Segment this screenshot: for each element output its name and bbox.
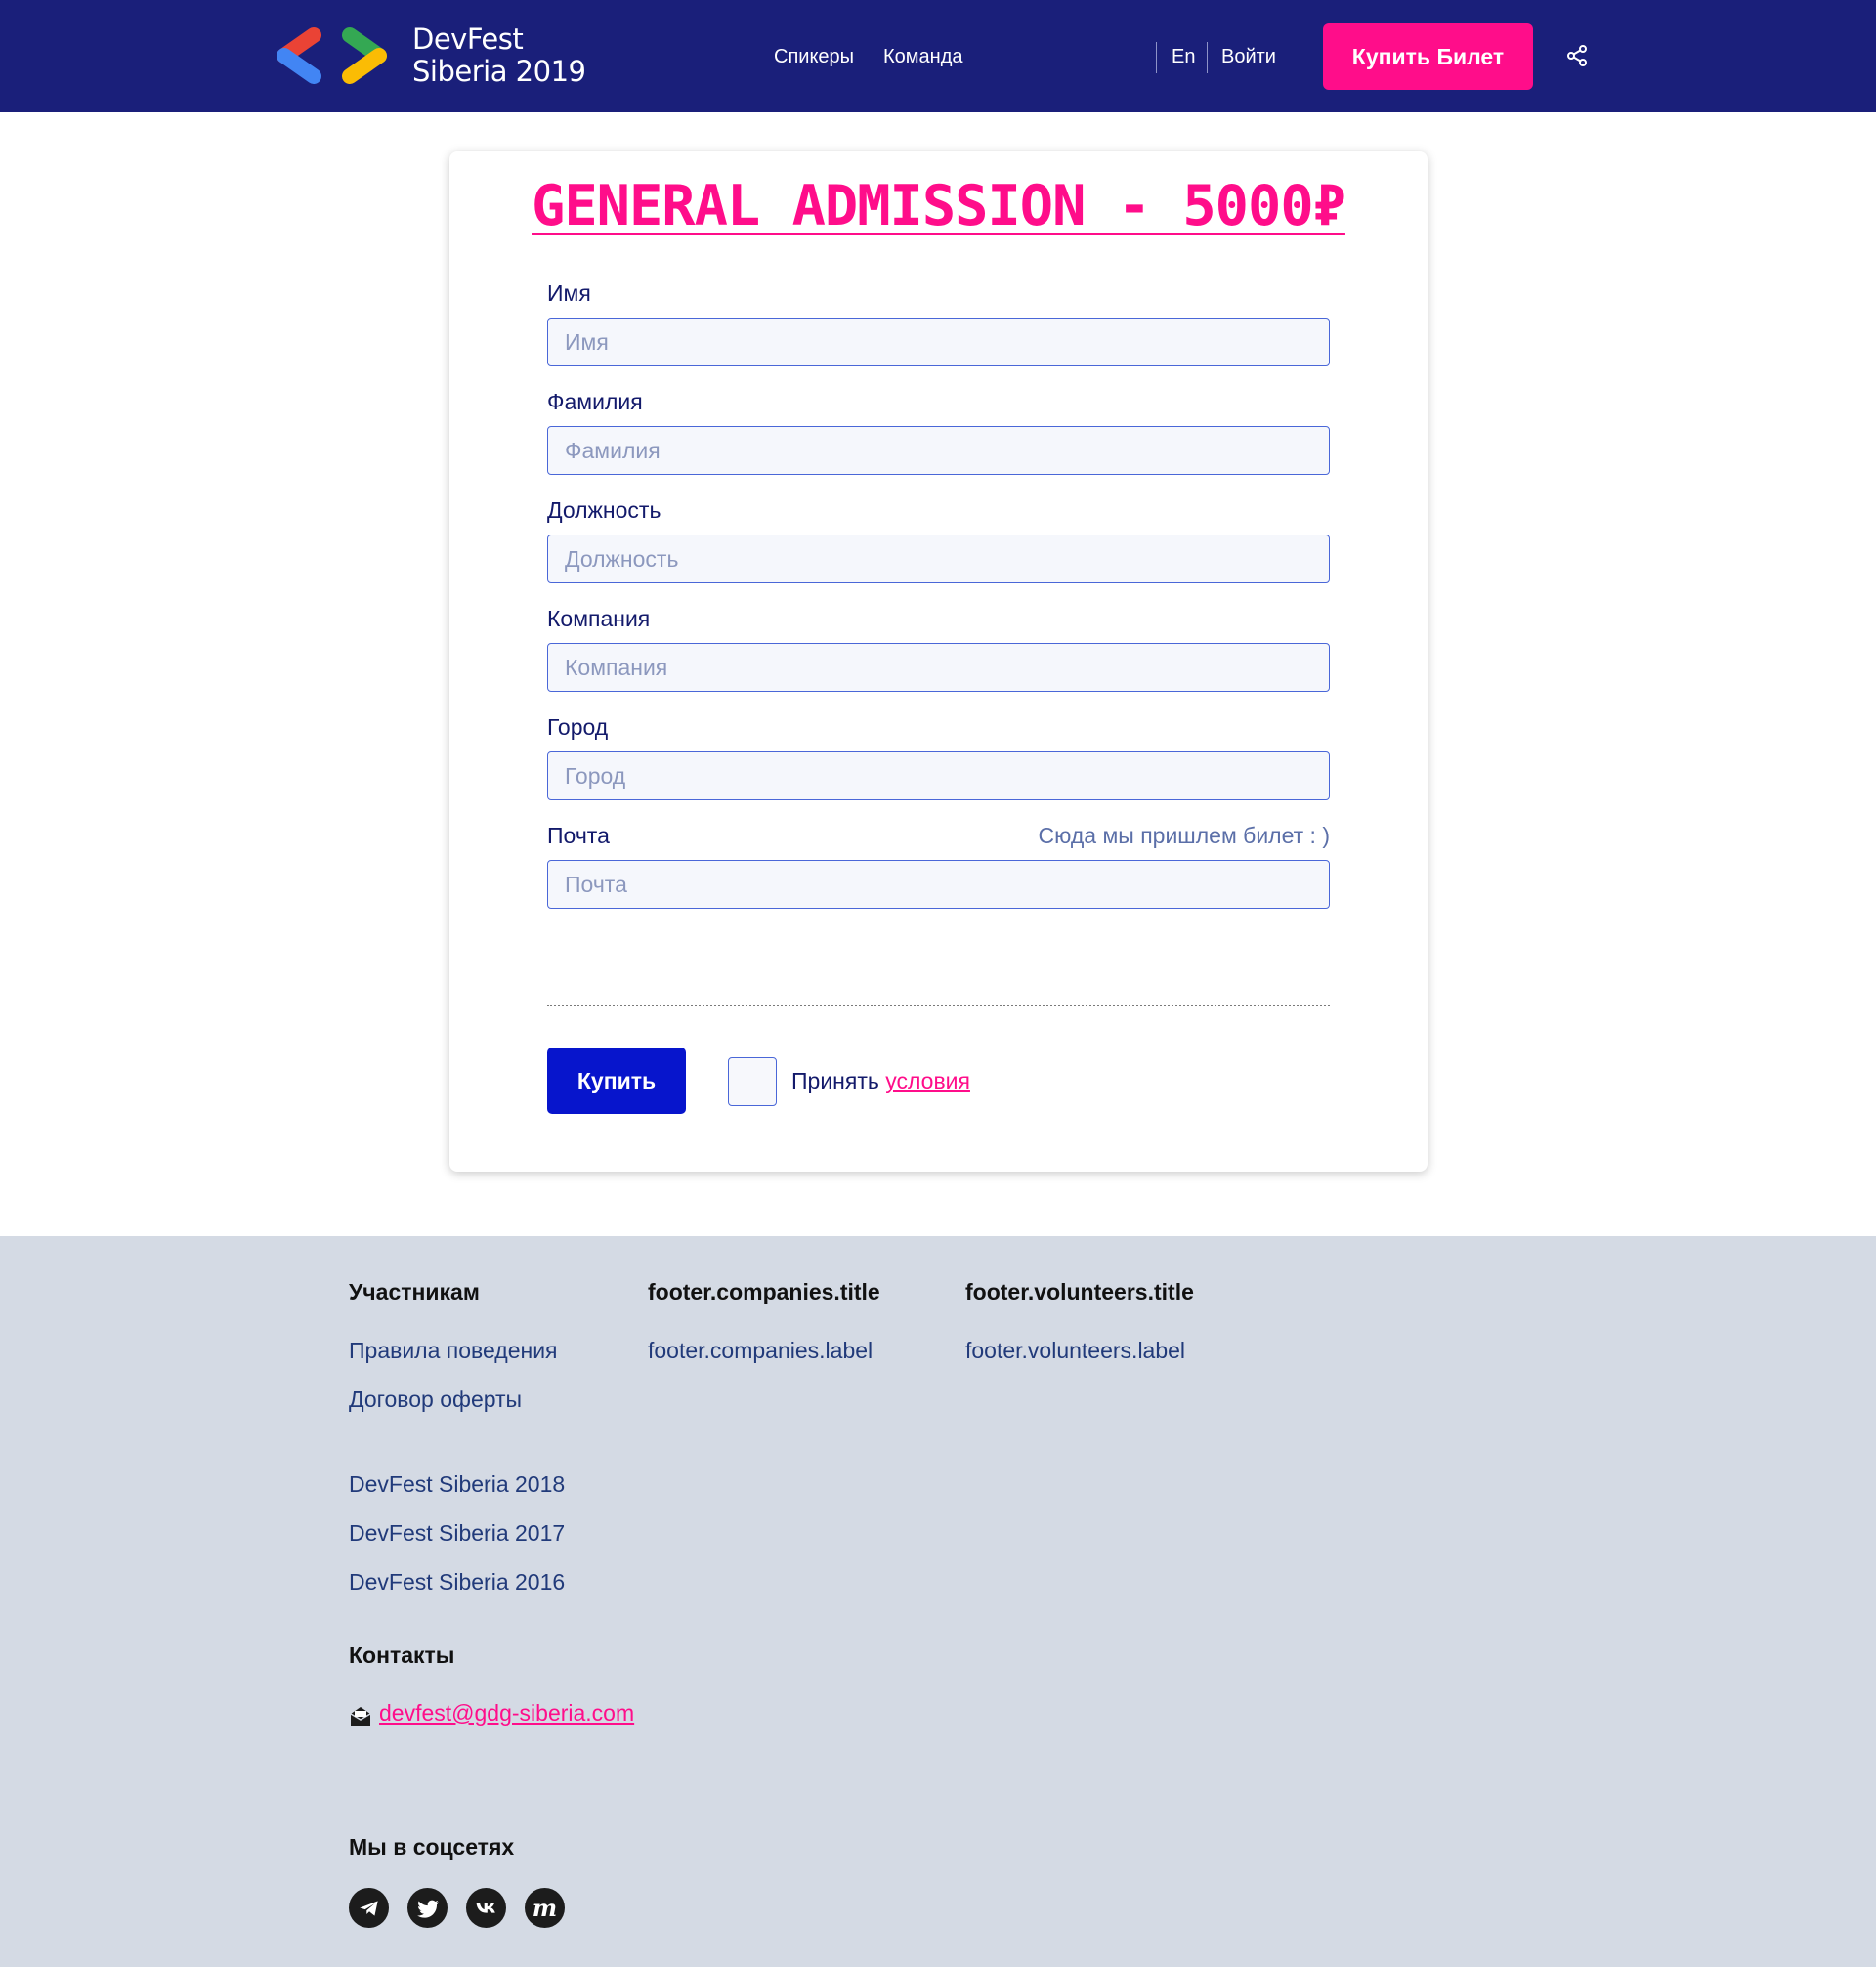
- city-input[interactable]: [547, 751, 1330, 800]
- volunteers-title: footer.volunteers.title: [965, 1279, 1194, 1304]
- vk-icon[interactable]: [466, 1888, 506, 1928]
- last-name-input[interactable]: [547, 426, 1330, 475]
- nav-team[interactable]: Команда: [883, 46, 962, 68]
- twitter-glyph: [416, 1900, 439, 1918]
- social-title: Мы в соцсетях: [349, 1834, 515, 1860]
- site-header: DevFest Siberia 2019 Спикеры Команда En …: [0, 0, 1876, 112]
- position-label: Должность: [547, 497, 661, 523]
- mail-icon: [350, 1707, 371, 1726]
- telegram-icon[interactable]: [349, 1888, 389, 1928]
- site-footer: Участникам Правила поведения Договор офе…: [0, 1236, 1876, 1967]
- meetup-glyph: m: [532, 1894, 558, 1922]
- devfest-2018-link[interactable]: DevFest Siberia 2018: [349, 1472, 565, 1498]
- contact-email-link[interactable]: devfest@gdg-siberia.com: [379, 1700, 634, 1727]
- vk-glyph: [476, 1902, 495, 1913]
- buy-button[interactable]: Купить: [547, 1048, 686, 1114]
- devfest-logo[interactable]: DevFest Siberia 2019: [273, 23, 586, 88]
- header-divider: [1207, 42, 1208, 73]
- email-hint: Сюда мы пришлем билет : ): [1038, 823, 1330, 848]
- company-input[interactable]: [547, 643, 1330, 692]
- first-name-input[interactable]: [547, 318, 1330, 366]
- accept-terms-checkbox[interactable]: [728, 1057, 777, 1106]
- nav-team-label: Команда: [883, 46, 963, 67]
- logo-line-2: Siberia 2019: [412, 55, 586, 88]
- terms-link[interactable]: условия: [885, 1068, 970, 1093]
- nav-speakers-label: Спикеры: [774, 46, 855, 67]
- telegram-glyph: [359, 1900, 378, 1916]
- offer-agreement-link[interactable]: Договор оферты: [349, 1387, 522, 1413]
- logo-text: DevFest Siberia 2019: [412, 23, 586, 88]
- city-label: Город: [547, 714, 609, 740]
- language-switch[interactable]: En: [1172, 46, 1195, 68]
- ticket-form-card: GENERAL ADMISSION - 5000₽ Имя Фамилия До…: [449, 151, 1428, 1172]
- header-divider: [1156, 42, 1157, 73]
- login-link[interactable]: Войти: [1221, 46, 1276, 68]
- last-name-label: Фамилия: [547, 389, 643, 414]
- devfest-2017-link[interactable]: DevFest Siberia 2017: [349, 1520, 565, 1547]
- accept-terms-prefix: Принять: [791, 1068, 879, 1093]
- company-label: Компания: [547, 606, 651, 631]
- ticket-title[interactable]: GENERAL ADMISSION - 5000₽: [449, 174, 1428, 238]
- meetup-icon[interactable]: m: [525, 1888, 565, 1928]
- email-label: Почта: [547, 823, 610, 848]
- companies-title: footer.companies.title: [648, 1279, 880, 1304]
- devfest-logo-icon: [277, 27, 387, 84]
- volunteers-link[interactable]: footer.volunteers.label: [965, 1338, 1185, 1364]
- accept-terms-text: Принять условия: [791, 1068, 970, 1094]
- participants-title: Участникам: [349, 1279, 480, 1304]
- email-input[interactable]: [547, 860, 1330, 909]
- devfest-2016-link[interactable]: DevFest Siberia 2016: [349, 1569, 565, 1596]
- first-name-label: Имя: [547, 280, 591, 306]
- contacts-title: Контакты: [349, 1643, 455, 1668]
- nav-speakers[interactable]: Спикеры: [774, 46, 854, 68]
- code-of-conduct-link[interactable]: Правила поведения: [349, 1338, 558, 1364]
- share-icon[interactable]: [1565, 44, 1589, 67]
- twitter-icon[interactable]: [407, 1888, 448, 1928]
- buy-ticket-button[interactable]: Купить Билет: [1323, 23, 1533, 90]
- logo-line-1: DevFest: [412, 22, 524, 56]
- form-divider: [547, 1005, 1330, 1006]
- companies-link[interactable]: footer.companies.label: [648, 1338, 873, 1364]
- position-input[interactable]: [547, 535, 1330, 583]
